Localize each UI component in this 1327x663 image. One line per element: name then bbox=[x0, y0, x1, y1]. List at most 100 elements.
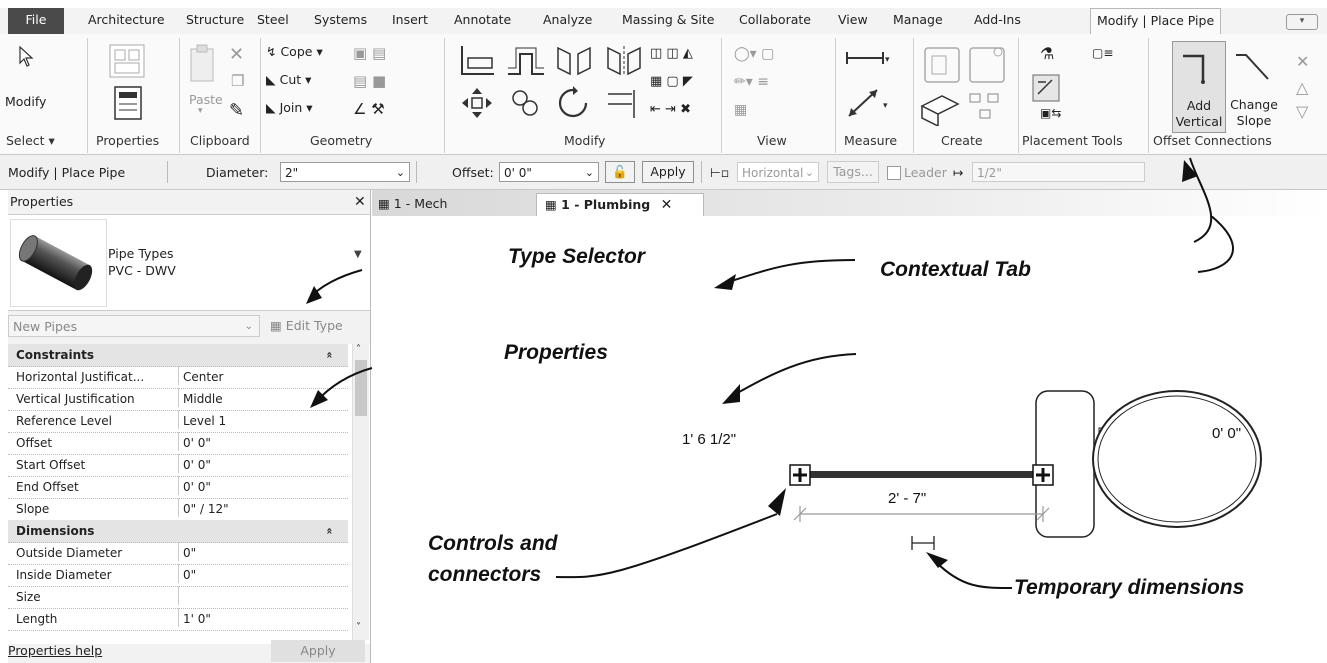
apply-properties-button[interactable]: Apply bbox=[271, 640, 365, 662]
slope-flip-icon[interactable]: ▽ bbox=[1296, 102, 1308, 121]
properties-help-link[interactable]: Properties help bbox=[8, 643, 102, 658]
create-group-icon[interactable] bbox=[918, 86, 1008, 126]
inherit-size-icon[interactable]: ▣⇆ bbox=[1040, 106, 1061, 120]
tab-file[interactable]: File bbox=[8, 8, 64, 34]
copy-element-icon[interactable] bbox=[508, 86, 542, 120]
match-properties-icon[interactable]: ✎ bbox=[229, 100, 244, 121]
property-row[interactable]: Offset 0' 0" bbox=[8, 432, 348, 455]
leader-checkbox[interactable] bbox=[887, 166, 901, 180]
automatic-connection-icon[interactable]: ⚗ bbox=[1040, 44, 1054, 63]
trim-extend-icon[interactable] bbox=[604, 86, 638, 120]
close-tab-icon[interactable]: ✕ bbox=[661, 197, 673, 213]
move-icon[interactable] bbox=[460, 86, 494, 120]
property-row[interactable]: Start Offset 0' 0" bbox=[8, 454, 348, 477]
property-value[interactable]: 0" bbox=[178, 542, 341, 561]
select-panel-label[interactable]: Select ▾ bbox=[6, 133, 55, 148]
property-value[interactable]: 0" / 12" bbox=[178, 498, 341, 517]
type-selector-dropdown-icon[interactable]: ▼ bbox=[354, 249, 362, 260]
property-value[interactable]: 0' 0" bbox=[178, 454, 341, 473]
property-category[interactable]: Dimensions » bbox=[8, 520, 348, 543]
mirror-draw-axis-icon[interactable] bbox=[604, 44, 644, 78]
tags-button[interactable]: Tags... bbox=[827, 161, 879, 183]
join-button[interactable]: ◣ Join ▾ bbox=[266, 100, 313, 115]
property-value[interactable]: Middle bbox=[178, 388, 341, 407]
temporary-dimension-value[interactable]: 2' - 7" bbox=[888, 490, 926, 507]
mirror-pick-axis-icon[interactable] bbox=[554, 44, 594, 78]
inherit-elevation-icon[interactable] bbox=[1032, 74, 1060, 102]
property-row[interactable]: Vertical Justification Middle bbox=[8, 388, 348, 411]
property-value[interactable]: 0' 0" bbox=[178, 476, 341, 495]
tag-on-placement-icon[interactable]: ⊢▫ bbox=[710, 165, 729, 180]
split-element-icon[interactable]: ◫ ◫ ◭ bbox=[650, 46, 693, 61]
tab-manage[interactable]: Manage bbox=[893, 12, 943, 27]
tab-systems[interactable]: Systems bbox=[314, 12, 367, 27]
ribbon-minimize-control[interactable]: ▾ bbox=[1286, 14, 1318, 30]
edit-type-button[interactable]: ▦ Edit Type bbox=[270, 318, 343, 333]
type-properties-icon[interactable] bbox=[109, 44, 145, 78]
start-connector[interactable] bbox=[789, 464, 811, 486]
tab-annotate[interactable]: Annotate bbox=[454, 12, 511, 27]
property-row[interactable]: Reference Level Level 1 bbox=[8, 410, 348, 433]
property-value[interactable]: Level 1 bbox=[178, 410, 341, 429]
paste-icon[interactable] bbox=[188, 44, 216, 84]
properties-scrollbar[interactable]: ˄ ˅ bbox=[352, 344, 369, 640]
property-row[interactable]: End Offset 0' 0" bbox=[8, 476, 348, 499]
leader-length-field[interactable]: 1/2" bbox=[972, 162, 1145, 182]
close-icon[interactable]: ✕ bbox=[354, 190, 366, 214]
property-value[interactable]: 1' 0" bbox=[178, 608, 341, 627]
temporary-dimension-line[interactable] bbox=[793, 506, 1050, 522]
rotate-icon[interactable] bbox=[556, 86, 590, 120]
property-value[interactable]: 0' 0" bbox=[178, 432, 341, 451]
modify-button[interactable]: Modify bbox=[5, 94, 46, 109]
fixture-body[interactable] bbox=[1035, 390, 1095, 538]
copy-icon[interactable]: ❐ bbox=[231, 72, 244, 90]
create-parts-icon[interactable] bbox=[922, 44, 1010, 84]
tab-view[interactable]: View bbox=[838, 12, 868, 27]
add-vertical-button[interactable]: Add Vertical bbox=[1172, 41, 1226, 133]
cursor-icon[interactable] bbox=[18, 46, 36, 68]
tab-add-ins[interactable]: Add-Ins bbox=[974, 12, 1021, 27]
end-connector[interactable] bbox=[1032, 464, 1054, 486]
property-value[interactable]: 0" bbox=[178, 564, 341, 583]
measure-between-references-icon[interactable]: ▾ bbox=[845, 48, 891, 68]
tab-collaborate[interactable]: Collaborate bbox=[739, 12, 811, 27]
tab-steel[interactable]: Steel bbox=[257, 12, 289, 27]
aligned-dimension-icon[interactable]: ▾ bbox=[845, 86, 891, 120]
offset-icon[interactable] bbox=[506, 44, 546, 78]
cut-geometry-button[interactable]: ◣ Cut ▾ bbox=[266, 72, 311, 87]
tab-insert[interactable]: Insert bbox=[392, 12, 428, 27]
lock-offset-icon[interactable]: 🔓 bbox=[605, 161, 635, 183]
slope-down-icon[interactable]: △ bbox=[1296, 78, 1308, 97]
tab-1-mech[interactable]: ▦ 1 - Mech bbox=[378, 193, 447, 216]
make-dimension-permanent-icon[interactable] bbox=[911, 536, 935, 550]
tab-modify-place-pipe[interactable]: Modify | Place Pipe bbox=[1090, 8, 1222, 36]
override-graphics-icon[interactable]: ✏▾ ≡ bbox=[734, 74, 769, 90]
paint-icon[interactable]: ▤ ■ bbox=[353, 72, 386, 90]
delete-icon[interactable]: ⇤ ⇥ ✖ bbox=[650, 102, 691, 117]
type-selector[interactable]: Pipe Types PVC - DWV ▼ bbox=[8, 214, 370, 311]
apply-offset-button[interactable]: Apply bbox=[642, 161, 694, 183]
linework-icon[interactable]: ▦ bbox=[734, 102, 747, 118]
property-row[interactable]: Size bbox=[8, 586, 348, 609]
slope-up-icon[interactable]: ✕ bbox=[1296, 52, 1309, 71]
property-row[interactable]: Outside Diameter 0" bbox=[8, 542, 348, 565]
scrollbar-thumb[interactable] bbox=[355, 360, 367, 416]
properties-icon[interactable] bbox=[114, 86, 142, 120]
property-row[interactable]: Slope 0" / 12" bbox=[8, 498, 348, 521]
change-slope-button[interactable]: Change Slope bbox=[1228, 41, 1280, 131]
tab-analyze[interactable]: Analyze bbox=[543, 12, 592, 27]
wall-joins-icon[interactable]: ∠ ⚒ bbox=[353, 100, 385, 118]
property-row[interactable]: Horizontal Justificat... Center bbox=[8, 366, 348, 389]
tab-1-plumbing[interactable]: ▦ 1 - Plumbing ✕ bbox=[536, 193, 704, 216]
instance-filter-dropdown[interactable]: New Pipes ⌄ bbox=[8, 315, 260, 337]
property-value[interactable]: Center bbox=[178, 366, 341, 385]
property-category[interactable]: Constraints » bbox=[8, 344, 348, 367]
array-icon[interactable]: ▦ ▢ ◤ bbox=[650, 74, 693, 89]
hide-element-icon[interactable]: ◯▾ ▢ bbox=[734, 46, 774, 62]
split-face-icon[interactable]: ▣ ▤ bbox=[353, 44, 386, 62]
paste-dropdown-icon[interactable]: ▾ bbox=[198, 106, 203, 116]
tab-architecture[interactable]: Architecture bbox=[88, 12, 165, 27]
pipe[interactable] bbox=[800, 471, 1040, 478]
cut-clipboard-icon[interactable]: ✕ bbox=[229, 44, 244, 65]
tab-massing-site[interactable]: Massing & Site bbox=[622, 12, 715, 27]
